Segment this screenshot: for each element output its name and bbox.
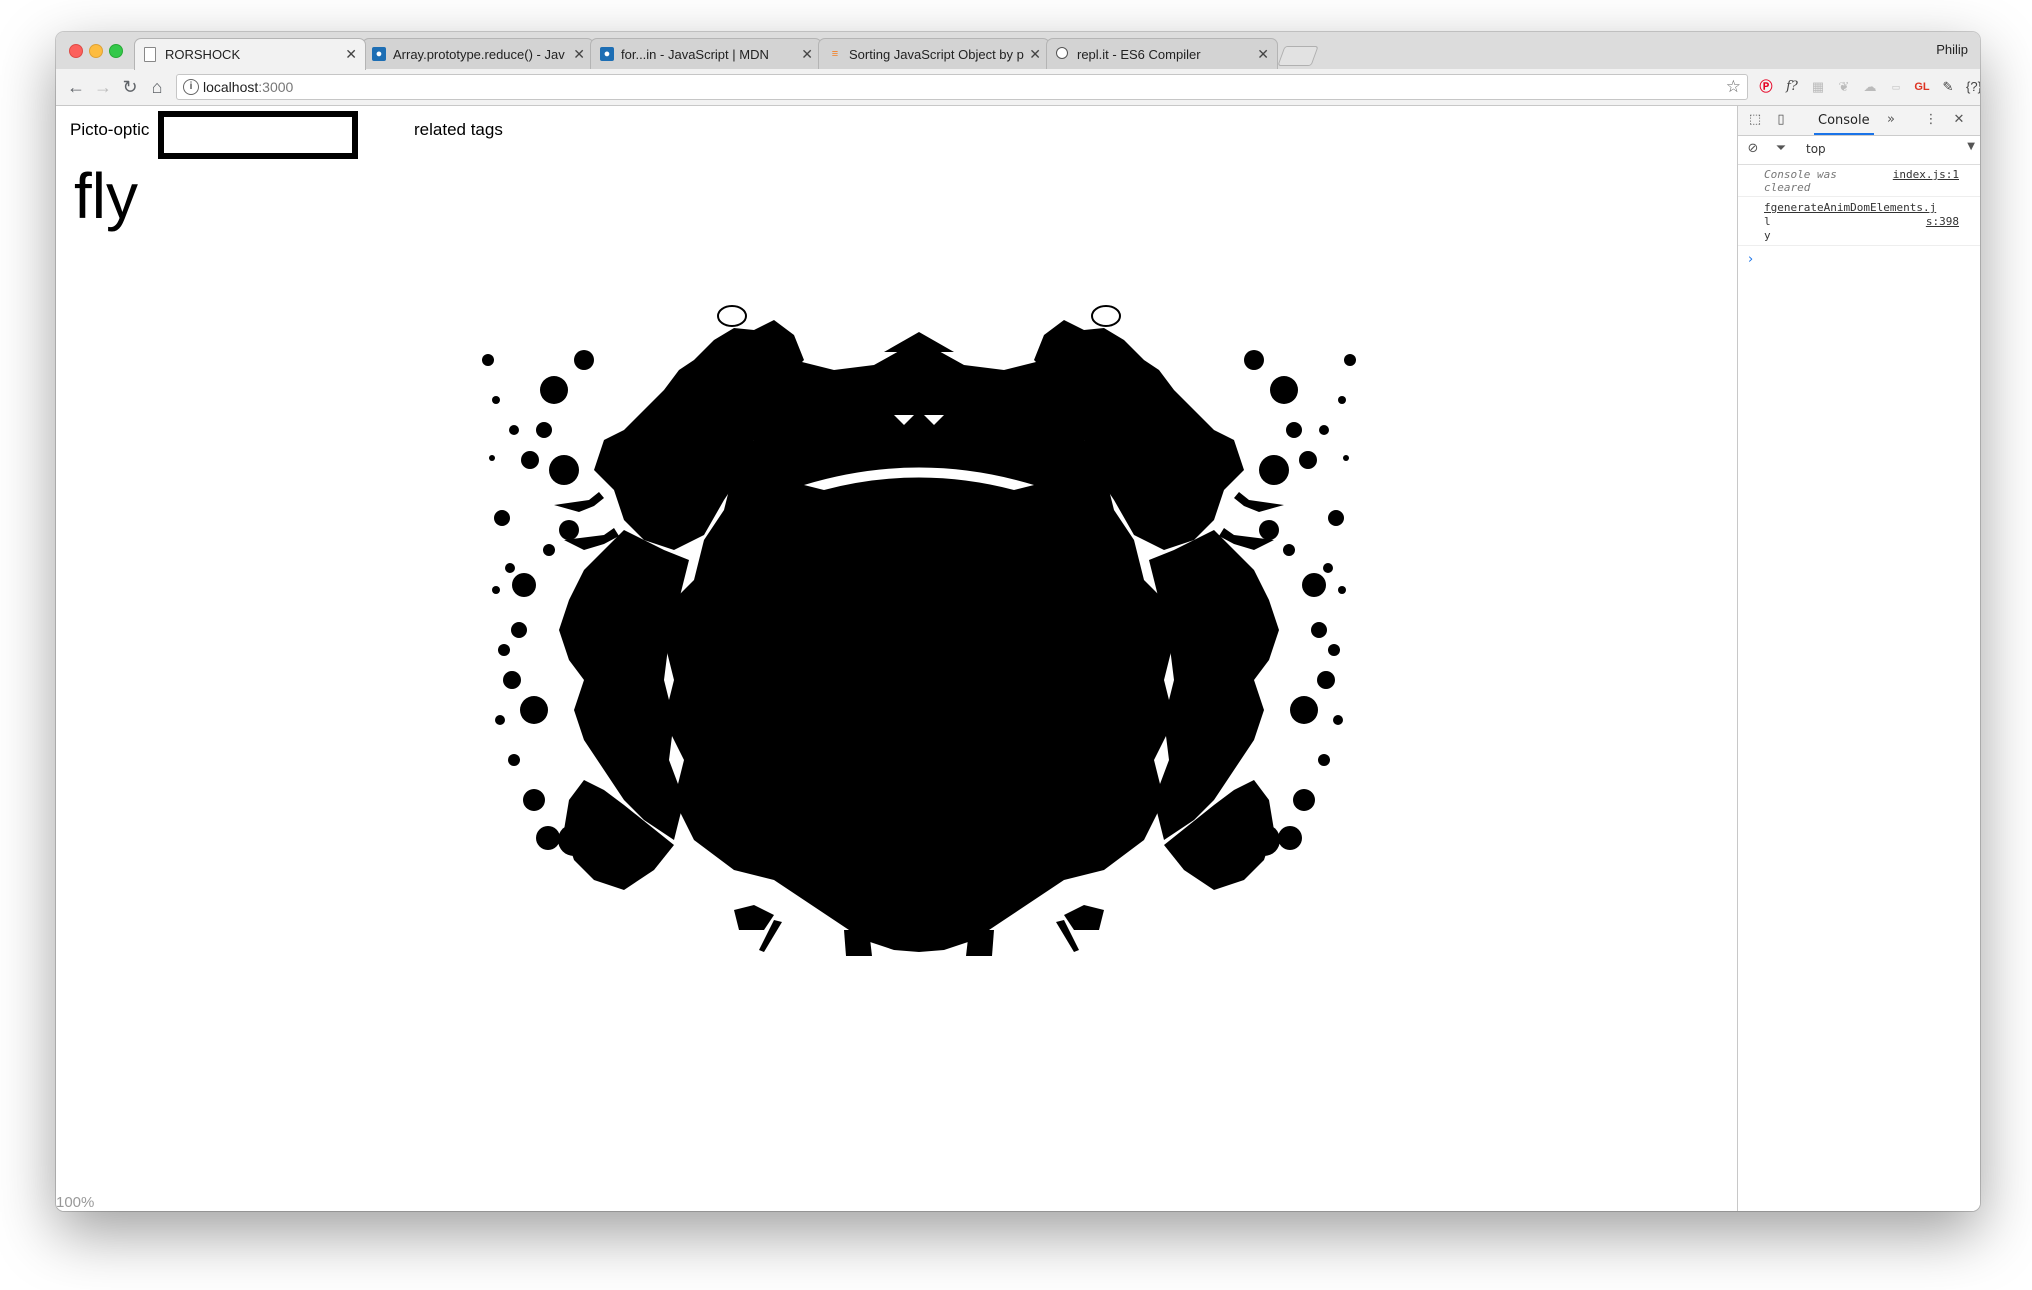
device-toggle-icon[interactable]: ▯ (1772, 111, 1790, 129)
window-maximize-button[interactable] (109, 44, 123, 58)
close-icon[interactable]: ✕ (573, 39, 585, 69)
query-word: fly (74, 160, 138, 232)
back-icon[interactable]: ← (64, 75, 88, 99)
filter-icon[interactable]: ⏷ (1772, 140, 1790, 158)
tab-title: Array.prototype.reduce() - Jav (393, 47, 565, 62)
close-icon[interactable]: ✕ (1257, 39, 1269, 69)
log-source-link[interactable]: index.js:1 (1893, 168, 1959, 181)
log-message[interactable]: fgenerateAnimDomElements.j (1764, 201, 1936, 214)
browser-toolbar: ← → ↻ ⌂ i localhost:3000 ☆ Ⓟ f? ▦ ❦ ☁ ▭ … (56, 69, 1980, 106)
clear-console-icon[interactable]: ⊘ (1744, 140, 1762, 158)
search-input[interactable] (158, 111, 358, 159)
close-icon[interactable]: ✕ (1029, 39, 1041, 69)
window-close-button[interactable] (69, 44, 83, 58)
page-content: Picto-optic related tags fly 100% (56, 106, 1736, 1211)
ext-icon[interactable]: ▭ (1886, 77, 1906, 97)
inkblot-half (482, 305, 919, 956)
tab-title: RORSHOCK (165, 47, 241, 62)
chevron-down-icon[interactable]: ▼ (1967, 141, 1975, 152)
url-text: localhost:3000 (203, 79, 294, 95)
reload-icon[interactable]: ↻ (118, 75, 142, 99)
mdn-icon: ● (600, 47, 614, 61)
inspect-icon[interactable]: ⬚ (1746, 111, 1764, 129)
devtools-tabbar: ⬚ ▯ Console » ⋮ ✕ (1738, 106, 1980, 136)
close-icon[interactable]: ✕ (345, 39, 357, 70)
profile-name[interactable]: Philip (1936, 42, 1968, 57)
function-icon[interactable]: f? (1782, 77, 1802, 97)
tab-title: Sorting JavaScript Object by p (849, 47, 1024, 62)
close-devtools-icon[interactable]: ✕ (1950, 111, 1968, 129)
context-selector[interactable]: top (1806, 142, 1826, 156)
page-icon (144, 47, 156, 62)
devtools-menu-icon[interactable]: ⋮ (1922, 111, 1940, 129)
tab-for-in[interactable]: ● for...in - JavaScript | MDN ✕ (590, 38, 822, 69)
tab-array-reduce[interactable]: ● Array.prototype.reduce() - Jav ✕ (362, 38, 594, 69)
zoom-level: 100% (56, 1194, 95, 1211)
console-log-entry: Console was cleared index.js:1 (1738, 165, 1980, 197)
log-message: Console was cleared (1764, 168, 1837, 194)
stackoverflow-icon: ≡ (831, 48, 839, 60)
pinterest-icon[interactable]: Ⓟ (1756, 77, 1776, 97)
inkblot-roof (884, 332, 954, 352)
console-log-entry: fgenerateAnimDomElements.j l y s:398 (1738, 198, 1980, 246)
devtools-panel: ⬚ ▯ Console » ⋮ ✕ ⊘ ⏷ top ▼ Console was … (1737, 106, 1980, 1211)
related-tags-link[interactable]: related tags (414, 120, 503, 140)
info-icon[interactable]: i (183, 79, 199, 95)
tab-replit[interactable]: repl.it - ES6 Compiler ✕ (1046, 38, 1278, 69)
log-message-line2: l (1764, 215, 1771, 228)
tab-rorshock[interactable]: RORSHOCK ✕ (134, 38, 366, 70)
new-tab-button[interactable] (1277, 46, 1319, 66)
browser-window: RORSHOCK ✕ ● Array.prototype.reduce() - … (56, 32, 1980, 1211)
replit-icon (1056, 47, 1068, 59)
forward-icon[interactable]: → (91, 75, 115, 99)
inkblot-image (482, 305, 1357, 957)
tab-sorting-object[interactable]: ≡ Sorting JavaScript Object by p ✕ (818, 38, 1050, 69)
address-bar[interactable]: i localhost:3000 ☆ (176, 74, 1748, 100)
close-icon[interactable]: ✕ (801, 39, 813, 69)
log-message-line3: y (1764, 229, 1771, 242)
qr-icon[interactable]: ▦ (1808, 77, 1828, 97)
tab-console[interactable]: Console (1814, 106, 1874, 135)
more-tabs-icon[interactable]: » (1882, 111, 1900, 129)
gl-icon[interactable]: GL (1912, 77, 1932, 97)
window-minimize-button[interactable] (89, 44, 103, 58)
home-icon[interactable]: ⌂ (145, 75, 169, 99)
tab-title: for...in - JavaScript | MDN (621, 47, 769, 62)
leaf-icon[interactable]: ❦ (1834, 77, 1854, 97)
tab-strip: RORSHOCK ✕ ● Array.prototype.reduce() - … (56, 32, 1980, 70)
cloud-icon[interactable]: ☁ (1860, 77, 1880, 97)
eyedropper-icon[interactable]: ✎ (1938, 77, 1958, 97)
tab-title: repl.it - ES6 Compiler (1077, 47, 1201, 62)
bookmark-star-icon[interactable]: ☆ (1726, 77, 1741, 97)
console-filter-bar: ⊘ ⏷ top ▼ (1738, 136, 1980, 165)
console-prompt[interactable]: › (1748, 252, 1753, 267)
mdn-icon: ● (372, 47, 386, 61)
json-icon[interactable]: {?} (1964, 77, 1980, 97)
site-title: Picto-optic (70, 120, 150, 139)
log-source-link[interactable]: s:398 (1926, 215, 1959, 228)
